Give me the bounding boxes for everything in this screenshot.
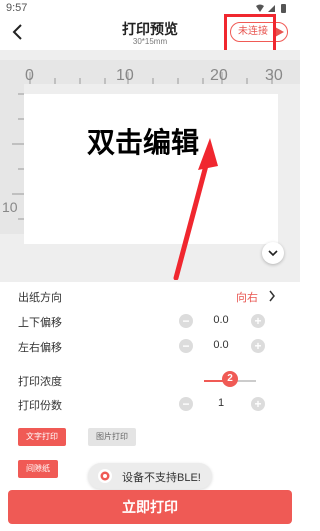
offset-settings: 出纸方向 向右 上下偏移 − 0.0 + 左右偏移 − 0.0 +: [8, 284, 292, 358]
paper-direction-row[interactable]: 出纸方向 向右: [8, 284, 292, 308]
image-print-tab[interactable]: 图片打印: [88, 428, 136, 446]
chevron-down-icon: [268, 250, 278, 257]
signal-icon: [268, 5, 275, 12]
horizontal-offset-plus-button[interactable]: +: [251, 339, 265, 353]
print-now-button[interactable]: 立即打印: [8, 490, 292, 524]
vertical-offset-plus-button[interactable]: +: [251, 314, 265, 328]
horizontal-ruler: 0 10 20 30: [0, 60, 300, 84]
vertical-offset-row: 上下偏移 − 0.0 +: [8, 309, 292, 333]
app-icon: [98, 469, 112, 483]
copies-label: 打印份数: [18, 400, 62, 412]
battery-icon: [281, 4, 286, 13]
copies-value: 1: [217, 397, 225, 409]
print-settings: 打印浓度 2 打印份数 − 1 +: [8, 368, 292, 416]
horizontal-offset-minus-button[interactable]: −: [179, 339, 193, 353]
density-slider-thumb[interactable]: 2: [222, 371, 238, 387]
canvas-area: 0 10 20 30 10 双击编辑: [0, 50, 300, 282]
ruler-label-10: 10: [116, 67, 134, 84]
ruler-label-0: 0: [25, 67, 34, 84]
status-time: 9:57: [6, 2, 28, 14]
ruler-v-label-10: 10: [2, 199, 18, 215]
copies-minus-button[interactable]: −: [179, 397, 193, 411]
collapse-button[interactable]: [262, 242, 284, 264]
gap-paper-button[interactable]: 间隙纸: [18, 460, 58, 478]
toast-message: 设备不支持BLE!: [88, 463, 212, 489]
vertical-offset-label: 上下偏移: [18, 317, 62, 329]
chevron-right-icon: [269, 290, 275, 302]
vertical-offset-value: 0.0: [213, 314, 229, 326]
vertical-offset-minus-button[interactable]: −: [179, 314, 193, 328]
paper-direction-value: 向右: [236, 292, 258, 304]
density-label: 打印浓度: [18, 376, 62, 388]
horizontal-offset-value: 0.0: [213, 339, 229, 351]
wifi-icon: [256, 4, 264, 12]
ruler-label-30: 30: [265, 67, 283, 84]
text-print-tab[interactable]: 文字打印: [18, 428, 66, 446]
horizontal-offset-label: 左右偏移: [18, 342, 62, 354]
status-icons: [256, 4, 286, 13]
label-canvas[interactable]: 双击编辑: [24, 94, 278, 244]
density-row: 打印浓度 2: [8, 368, 292, 392]
paper-direction-label: 出纸方向: [18, 292, 62, 304]
vertical-ruler: 10: [0, 84, 24, 234]
annotation-arrow: [173, 138, 218, 280]
horizontal-offset-row: 左右偏移 − 0.0 +: [8, 334, 292, 358]
copies-row: 打印份数 − 1 +: [8, 392, 292, 416]
toast-text: 设备不支持BLE!: [122, 472, 201, 484]
copies-plus-button[interactable]: +: [251, 397, 265, 411]
ruler-label-20: 20: [210, 67, 228, 84]
